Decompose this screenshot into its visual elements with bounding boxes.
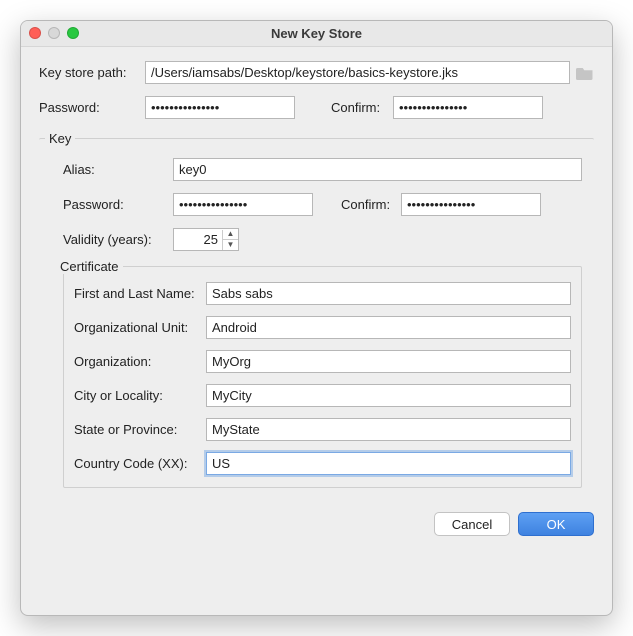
org-unit-label: Organizational Unit: — [74, 320, 206, 335]
keystore-path-row: Key store path: — [39, 61, 594, 84]
organization-label: Organization: — [74, 354, 206, 369]
key-legend: Key — [45, 131, 75, 146]
validity-input[interactable] — [174, 229, 222, 250]
alias-input[interactable] — [173, 158, 582, 181]
city-input[interactable] — [206, 384, 571, 407]
alias-row: Alias: — [63, 158, 582, 181]
cancel-button[interactable]: Cancel — [434, 512, 510, 536]
validity-up-button[interactable]: ▲ — [223, 230, 238, 240]
close-icon[interactable] — [29, 27, 41, 39]
validity-down-button[interactable]: ▼ — [223, 240, 238, 250]
state-row: State or Province: — [74, 418, 571, 441]
dialog-content: Key store path: Password: Confirm: Key A… — [21, 47, 612, 550]
alias-label: Alias: — [63, 162, 173, 177]
keystore-confirm-label: Confirm: — [331, 100, 393, 115]
keystore-password-label: Password: — [39, 100, 145, 115]
first-last-input[interactable] — [206, 282, 571, 305]
city-row: City or Locality: — [74, 384, 571, 407]
window-title: New Key Store — [271, 26, 362, 41]
validity-label: Validity (years): — [63, 232, 173, 247]
dialog-window: New Key Store Key store path: Password: … — [20, 20, 613, 616]
key-section: Key Alias: Password: Confirm: Validity (… — [39, 131, 594, 498]
state-label: State or Province: — [74, 422, 206, 437]
org-unit-row: Organizational Unit: — [74, 316, 571, 339]
key-confirm-input[interactable] — [401, 193, 541, 216]
certificate-section: Certificate First and Last Name: Organiz… — [63, 259, 582, 488]
window-controls — [29, 27, 79, 39]
organization-input[interactable] — [206, 350, 571, 373]
keystore-confirm-input[interactable] — [393, 96, 543, 119]
keystore-path-input[interactable] — [145, 61, 570, 84]
key-confirm-label: Confirm: — [341, 197, 401, 212]
city-label: City or Locality: — [74, 388, 206, 403]
key-password-label: Password: — [63, 197, 173, 212]
minimize-icon — [48, 27, 60, 39]
country-row: Country Code (XX): — [74, 452, 571, 475]
state-input[interactable] — [206, 418, 571, 441]
org-unit-input[interactable] — [206, 316, 571, 339]
country-label: Country Code (XX): — [74, 456, 206, 471]
browse-folder-icon[interactable] — [576, 65, 594, 80]
key-password-row: Password: Confirm: — [63, 193, 582, 216]
first-last-label: First and Last Name: — [74, 286, 206, 301]
key-password-input[interactable] — [173, 193, 313, 216]
zoom-icon[interactable] — [67, 27, 79, 39]
keystore-password-input[interactable] — [145, 96, 295, 119]
validity-row: Validity (years): ▲ ▼ — [63, 228, 582, 251]
certificate-legend: Certificate — [56, 259, 123, 274]
titlebar: New Key Store — [21, 21, 612, 47]
first-last-row: First and Last Name: — [74, 282, 571, 305]
button-row: Cancel OK — [39, 512, 594, 536]
country-input[interactable] — [206, 452, 571, 475]
ok-button[interactable]: OK — [518, 512, 594, 536]
keystore-path-label: Key store path: — [39, 65, 145, 80]
organization-row: Organization: — [74, 350, 571, 373]
validity-stepper[interactable]: ▲ ▼ — [173, 228, 239, 251]
keystore-password-row: Password: Confirm: — [39, 96, 594, 119]
